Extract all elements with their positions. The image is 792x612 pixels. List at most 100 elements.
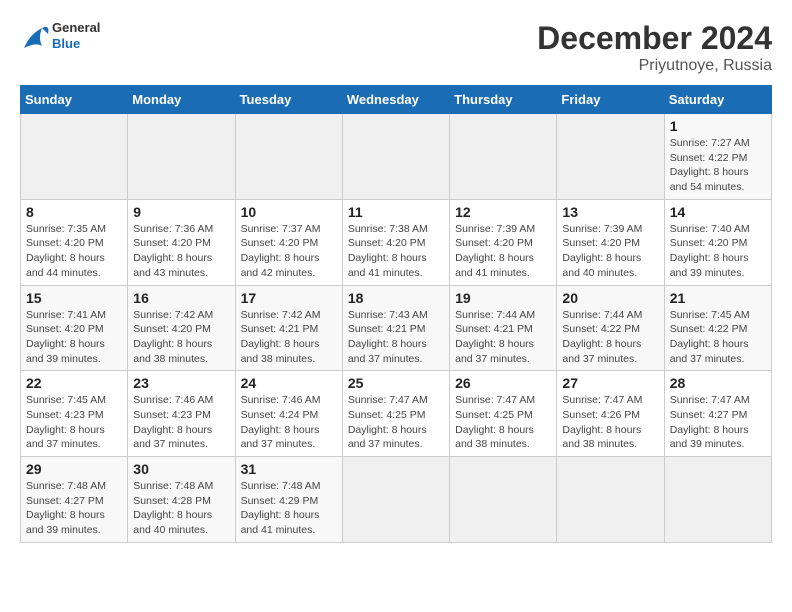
day-number: 28 <box>670 375 766 391</box>
logo: General Blue <box>20 20 100 52</box>
day-number: 25 <box>348 375 444 391</box>
day-number: 15 <box>26 290 122 306</box>
calendar-cell <box>557 457 664 543</box>
day-info: Sunrise: 7:43 AM Sunset: 4:21 PM Dayligh… <box>348 308 444 367</box>
calendar-cell: 13 Sunrise: 7:39 AM Sunset: 4:20 PM Dayl… <box>557 199 664 285</box>
calendar-cell: 14 Sunrise: 7:40 AM Sunset: 4:20 PM Dayl… <box>664 199 771 285</box>
day-info: Sunrise: 7:38 AM Sunset: 4:20 PM Dayligh… <box>348 222 444 281</box>
calendar-cell: 19 Sunrise: 7:44 AM Sunset: 4:21 PM Dayl… <box>450 285 557 371</box>
day-number: 12 <box>455 204 551 220</box>
calendar-week-0: 1 Sunrise: 7:27 AM Sunset: 4:22 PM Dayli… <box>21 114 772 200</box>
day-info: Sunrise: 7:48 AM Sunset: 4:27 PM Dayligh… <box>26 479 122 538</box>
title-block: December 2024 Priyutnoye, Russia <box>537 20 772 75</box>
day-info: Sunrise: 7:40 AM Sunset: 4:20 PM Dayligh… <box>670 222 766 281</box>
day-info: Sunrise: 7:44 AM Sunset: 4:22 PM Dayligh… <box>562 308 658 367</box>
day-info: Sunrise: 7:48 AM Sunset: 4:29 PM Dayligh… <box>241 479 337 538</box>
calendar-cell: 10 Sunrise: 7:37 AM Sunset: 4:20 PM Dayl… <box>235 199 342 285</box>
day-info: Sunrise: 7:42 AM Sunset: 4:20 PM Dayligh… <box>133 308 229 367</box>
day-info: Sunrise: 7:46 AM Sunset: 4:23 PM Dayligh… <box>133 393 229 452</box>
day-info: Sunrise: 7:39 AM Sunset: 4:20 PM Dayligh… <box>562 222 658 281</box>
calendar-cell: 8 Sunrise: 7:35 AM Sunset: 4:20 PM Dayli… <box>21 199 128 285</box>
day-number: 10 <box>241 204 337 220</box>
calendar-cell: 9 Sunrise: 7:36 AM Sunset: 4:20 PM Dayli… <box>128 199 235 285</box>
logo-blue: Blue <box>52 36 100 52</box>
day-info: Sunrise: 7:47 AM Sunset: 4:27 PM Dayligh… <box>670 393 766 452</box>
dow-header-wednesday: Wednesday <box>342 86 449 114</box>
day-number: 24 <box>241 375 337 391</box>
day-info: Sunrise: 7:44 AM Sunset: 4:21 PM Dayligh… <box>455 308 551 367</box>
day-info: Sunrise: 7:47 AM Sunset: 4:25 PM Dayligh… <box>348 393 444 452</box>
day-number: 20 <box>562 290 658 306</box>
calendar-cell: 16 Sunrise: 7:42 AM Sunset: 4:20 PM Dayl… <box>128 285 235 371</box>
calendar-cell: 22 Sunrise: 7:45 AM Sunset: 4:23 PM Dayl… <box>21 371 128 457</box>
calendar-cell: 28 Sunrise: 7:47 AM Sunset: 4:27 PM Dayl… <box>664 371 771 457</box>
calendar-cell: 11 Sunrise: 7:38 AM Sunset: 4:20 PM Dayl… <box>342 199 449 285</box>
calendar-cell: 26 Sunrise: 7:47 AM Sunset: 4:25 PM Dayl… <box>450 371 557 457</box>
dow-header-monday: Monday <box>128 86 235 114</box>
day-number: 14 <box>670 204 766 220</box>
dow-header-thursday: Thursday <box>450 86 557 114</box>
day-number: 30 <box>133 461 229 477</box>
day-number: 9 <box>133 204 229 220</box>
dow-header-friday: Friday <box>557 86 664 114</box>
day-info: Sunrise: 7:35 AM Sunset: 4:20 PM Dayligh… <box>26 222 122 281</box>
page-header: General Blue December 2024 Priyutnoye, R… <box>20 20 772 75</box>
day-info: Sunrise: 7:36 AM Sunset: 4:20 PM Dayligh… <box>133 222 229 281</box>
dow-header-tuesday: Tuesday <box>235 86 342 114</box>
day-info: Sunrise: 7:46 AM Sunset: 4:24 PM Dayligh… <box>241 393 337 452</box>
calendar-cell: 30 Sunrise: 7:48 AM Sunset: 4:28 PM Dayl… <box>128 457 235 543</box>
calendar-cell: 12 Sunrise: 7:39 AM Sunset: 4:20 PM Dayl… <box>450 199 557 285</box>
day-info: Sunrise: 7:47 AM Sunset: 4:25 PM Dayligh… <box>455 393 551 452</box>
day-info: Sunrise: 7:47 AM Sunset: 4:26 PM Dayligh… <box>562 393 658 452</box>
calendar-cell: 20 Sunrise: 7:44 AM Sunset: 4:22 PM Dayl… <box>557 285 664 371</box>
month-title: December 2024 <box>537 20 772 57</box>
calendar-cell: 24 Sunrise: 7:46 AM Sunset: 4:24 PM Dayl… <box>235 371 342 457</box>
location: Priyutnoye, Russia <box>537 57 772 75</box>
calendar-cell <box>21 114 128 200</box>
day-number: 8 <box>26 204 122 220</box>
calendar-cell <box>342 114 449 200</box>
calendar-cell <box>128 114 235 200</box>
logo-bird-icon <box>20 20 50 52</box>
day-number: 19 <box>455 290 551 306</box>
day-info: Sunrise: 7:27 AM Sunset: 4:22 PM Dayligh… <box>670 136 766 195</box>
day-info: Sunrise: 7:41 AM Sunset: 4:20 PM Dayligh… <box>26 308 122 367</box>
logo-general: General <box>52 20 100 36</box>
day-number: 11 <box>348 204 444 220</box>
day-number: 13 <box>562 204 658 220</box>
calendar-week-2: 15 Sunrise: 7:41 AM Sunset: 4:20 PM Dayl… <box>21 285 772 371</box>
calendar-cell: 23 Sunrise: 7:46 AM Sunset: 4:23 PM Dayl… <box>128 371 235 457</box>
calendar-cell: 27 Sunrise: 7:47 AM Sunset: 4:26 PM Dayl… <box>557 371 664 457</box>
day-number: 16 <box>133 290 229 306</box>
calendar-cell <box>557 114 664 200</box>
calendar-cell: 25 Sunrise: 7:47 AM Sunset: 4:25 PM Dayl… <box>342 371 449 457</box>
day-info: Sunrise: 7:48 AM Sunset: 4:28 PM Dayligh… <box>133 479 229 538</box>
calendar-week-4: 29 Sunrise: 7:48 AM Sunset: 4:27 PM Dayl… <box>21 457 772 543</box>
day-info: Sunrise: 7:45 AM Sunset: 4:22 PM Dayligh… <box>670 308 766 367</box>
day-number: 21 <box>670 290 766 306</box>
dow-header-saturday: Saturday <box>664 86 771 114</box>
day-number: 31 <box>241 461 337 477</box>
day-number: 17 <box>241 290 337 306</box>
calendar-cell: 31 Sunrise: 7:48 AM Sunset: 4:29 PM Dayl… <box>235 457 342 543</box>
calendar-cell <box>235 114 342 200</box>
calendar-cell <box>450 457 557 543</box>
day-number: 1 <box>670 118 766 134</box>
day-number: 27 <box>562 375 658 391</box>
calendar-cell <box>664 457 771 543</box>
calendar-cell: 15 Sunrise: 7:41 AM Sunset: 4:20 PM Dayl… <box>21 285 128 371</box>
day-number: 23 <box>133 375 229 391</box>
calendar-week-1: 8 Sunrise: 7:35 AM Sunset: 4:20 PM Dayli… <box>21 199 772 285</box>
calendar-cell <box>342 457 449 543</box>
calendar-cell: 21 Sunrise: 7:45 AM Sunset: 4:22 PM Dayl… <box>664 285 771 371</box>
calendar-table: SundayMondayTuesdayWednesdayThursdayFrid… <box>20 85 772 543</box>
calendar-cell: 29 Sunrise: 7:48 AM Sunset: 4:27 PM Dayl… <box>21 457 128 543</box>
day-info: Sunrise: 7:37 AM Sunset: 4:20 PM Dayligh… <box>241 222 337 281</box>
day-number: 26 <box>455 375 551 391</box>
day-number: 18 <box>348 290 444 306</box>
day-info: Sunrise: 7:39 AM Sunset: 4:20 PM Dayligh… <box>455 222 551 281</box>
day-number: 29 <box>26 461 122 477</box>
day-info: Sunrise: 7:45 AM Sunset: 4:23 PM Dayligh… <box>26 393 122 452</box>
calendar-cell: 18 Sunrise: 7:43 AM Sunset: 4:21 PM Dayl… <box>342 285 449 371</box>
day-number: 22 <box>26 375 122 391</box>
